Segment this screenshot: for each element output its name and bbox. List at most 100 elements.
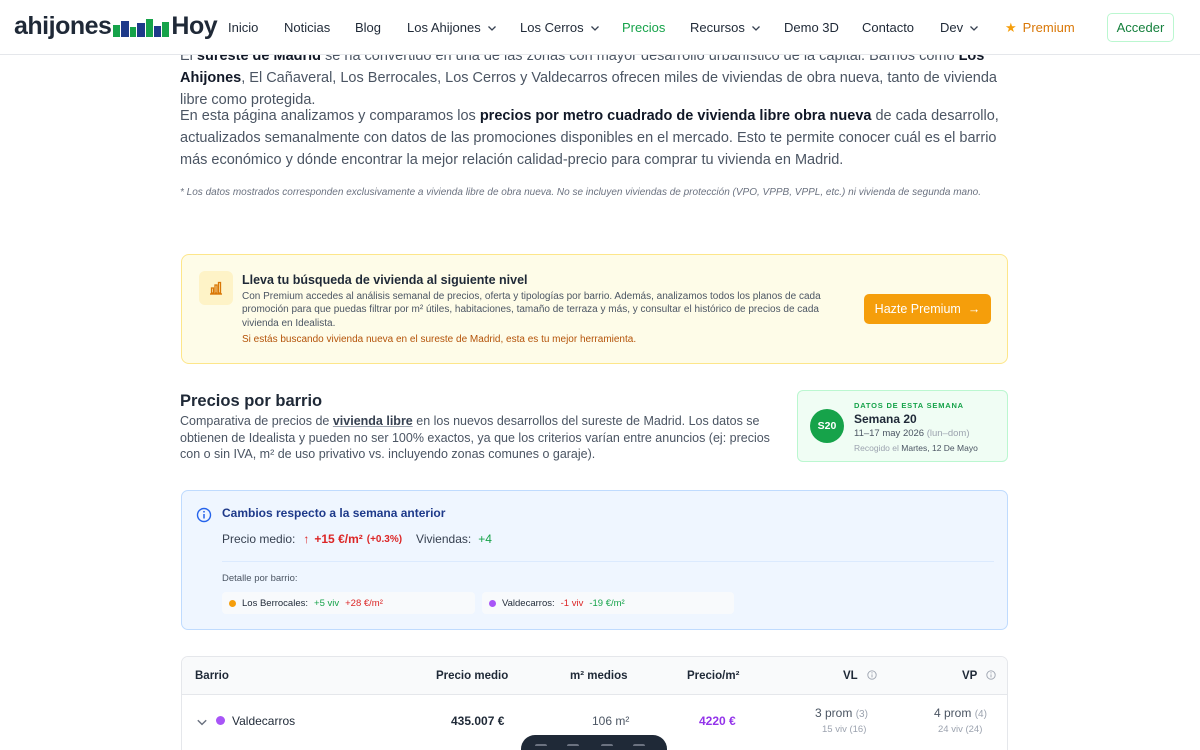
nav-label: Inicio (228, 20, 259, 35)
nav-label: Recursos (690, 20, 745, 35)
cell-precio-medio: 435.007 € (451, 714, 505, 728)
vl-viv-prev: (16) (849, 724, 867, 735)
dot-icon (489, 599, 496, 607)
col-m2-medios[interactable]: m² medios (570, 670, 628, 682)
floating-toolbar[interactable] (521, 735, 667, 750)
date-range: 11–17 may 2026 (854, 428, 925, 439)
hazte-premium-button[interactable]: Hazte Premium → (864, 294, 991, 324)
nav-label: Contacto (862, 20, 915, 35)
nav-label: Dev (940, 20, 964, 35)
nav-blog[interactable]: Blog (355, 0, 381, 55)
skyline-logo-icon (113, 18, 170, 37)
collected-label: Recogido el (854, 443, 899, 453)
star-icon: ★ (1005, 19, 1017, 35)
nav-label: Precios (622, 20, 666, 35)
text: , El Cañaveral, Los Berrocales, Los Cerr… (180, 70, 997, 108)
arrow-right-icon: → (967, 302, 981, 316)
site-logo[interactable]: ahijones Hoy (14, 12, 218, 41)
nav-precios[interactable]: Precios (622, 0, 665, 55)
nav-los-ahijones[interactable]: Los Ahijones (407, 0, 497, 55)
cell-precio-m2: 4220 € (699, 714, 736, 728)
col-label: VP (962, 670, 978, 682)
viviendas-label: Viviendas: (416, 532, 472, 546)
vp-viv: 24 viv (938, 724, 963, 735)
nav-label: Noticias (284, 20, 331, 35)
chevron-down-icon (970, 25, 979, 31)
intro-paragraph-2: En esta página analizamos y comparamos l… (180, 105, 1010, 171)
nav-label: Premium (1022, 20, 1075, 35)
nav-label: Demo 3D (784, 20, 839, 35)
chip-barrio: Los Berrocales: (242, 597, 309, 609)
nav-dev[interactable]: Dev (940, 0, 979, 55)
chip-price: -19 €/m² (589, 597, 625, 609)
logo-text-part2: Hoy (171, 12, 218, 40)
section-title: Precios por barrio (180, 392, 323, 410)
changes-summary: Precio medio: ↑ +15 €/m² (+0.3%) Viviend… (222, 532, 492, 546)
bold-text: precios por metro cuadrado de vivienda l… (479, 108, 872, 124)
arrow-up-icon: ↑ (303, 532, 310, 546)
logo-text-part1: ahijones (14, 12, 112, 40)
nav-premium[interactable]: ★ Premium (1005, 0, 1075, 55)
button-label: Hazte Premium (874, 302, 961, 316)
col-precio-m2[interactable]: Precio/m² (687, 670, 739, 682)
collected-date: Recogido el Martes, 12 De Mayo (854, 443, 978, 453)
barrio-change-chip: Valdecarros: -1 viv -19 €/m² (482, 592, 734, 614)
date-range-days: (lun–dom) (926, 428, 970, 439)
promo-description: Con Premium accedes al análisis semanal … (242, 291, 821, 329)
text: En esta página analizamos y comparamos l… (180, 108, 480, 124)
top-navbar: ahijones Hoy Inicio Noticias Blog Los Ah… (0, 0, 1200, 55)
chip-viv: +5 viv (314, 597, 340, 609)
col-precio-medio[interactable]: Precio medio (436, 670, 508, 682)
section-description: Comparativa de precios de vivienda libre… (180, 413, 790, 463)
toolbar-icon[interactable] (535, 744, 547, 750)
login-button[interactable]: Acceder (1107, 13, 1174, 42)
col-barrio[interactable]: Barrio (195, 670, 229, 682)
chevron-down-icon (590, 25, 599, 31)
nav-los-cerros[interactable]: Los Cerros (520, 0, 600, 55)
table-header: Barrio Precio medio m² medios Precio/m² … (182, 657, 1007, 695)
info-icon[interactable] (867, 670, 877, 680)
promo-callout: Si estás buscando vivienda nueva en el s… (242, 334, 637, 345)
barrio-color-dot (216, 716, 225, 725)
cell-vl-viv: 15 viv (16) (822, 724, 866, 735)
vl-prom-prev: (3) (855, 709, 868, 720)
cell-barrio: Valdecarros (232, 714, 296, 728)
nav-label: Blog (355, 20, 382, 35)
col-label: VL (843, 670, 858, 682)
nav-noticias[interactable]: Noticias (284, 0, 330, 55)
promo-title: Lleva tu búsqueda de vivienda al siguien… (242, 273, 528, 287)
divider (222, 561, 994, 562)
toolbar-icon[interactable] (601, 744, 613, 750)
detail-label: Detalle por barrio: (222, 573, 298, 584)
week-date-range: 11–17 may 2026 (lun–dom) (854, 428, 970, 439)
vivienda-libre-link[interactable]: vivienda libre (333, 414, 413, 428)
text: Comparativa de precios de (180, 414, 333, 428)
vl-viv: 15 viv (822, 724, 847, 735)
cell-m2-medios: 106 m² (592, 714, 630, 728)
chevron-down-icon (487, 25, 496, 31)
chevron-down-icon (751, 25, 760, 31)
info-icon[interactable] (986, 670, 996, 680)
nav-label: Los Cerros (520, 20, 584, 35)
price-label: Precio medio: (222, 532, 296, 546)
chevron-down-icon[interactable] (196, 716, 208, 728)
nav-inicio[interactable]: Inicio (228, 0, 258, 55)
toolbar-icon[interactable] (567, 744, 579, 750)
col-vp[interactable]: VP (962, 670, 996, 682)
nav-label: Los Ahijones (407, 20, 481, 35)
toolbar-icon[interactable] (633, 744, 645, 750)
bar-chart-icon (210, 281, 222, 295)
chip-barrio: Valdecarros: (502, 597, 555, 609)
week-kicker: DATOS DE ESTA SEMANA (854, 401, 964, 410)
nav-recursos[interactable]: Recursos (690, 0, 761, 55)
cell-vl-prom: 3 prom (3) (815, 706, 868, 720)
vp-prom: 4 prom (934, 706, 972, 720)
dot-icon (229, 599, 236, 607)
nav-demo-3d[interactable]: Demo 3D (784, 0, 839, 55)
price-percent: (+0.3%) (366, 533, 403, 545)
data-disclaimer-note: * Los datos mostrados corresponden exclu… (180, 187, 982, 198)
vp-viv-prev: (24) (965, 724, 983, 735)
col-vl[interactable]: VL (843, 670, 877, 682)
chip-price: +28 €/m² (345, 597, 383, 609)
nav-contacto[interactable]: Contacto (862, 0, 914, 55)
